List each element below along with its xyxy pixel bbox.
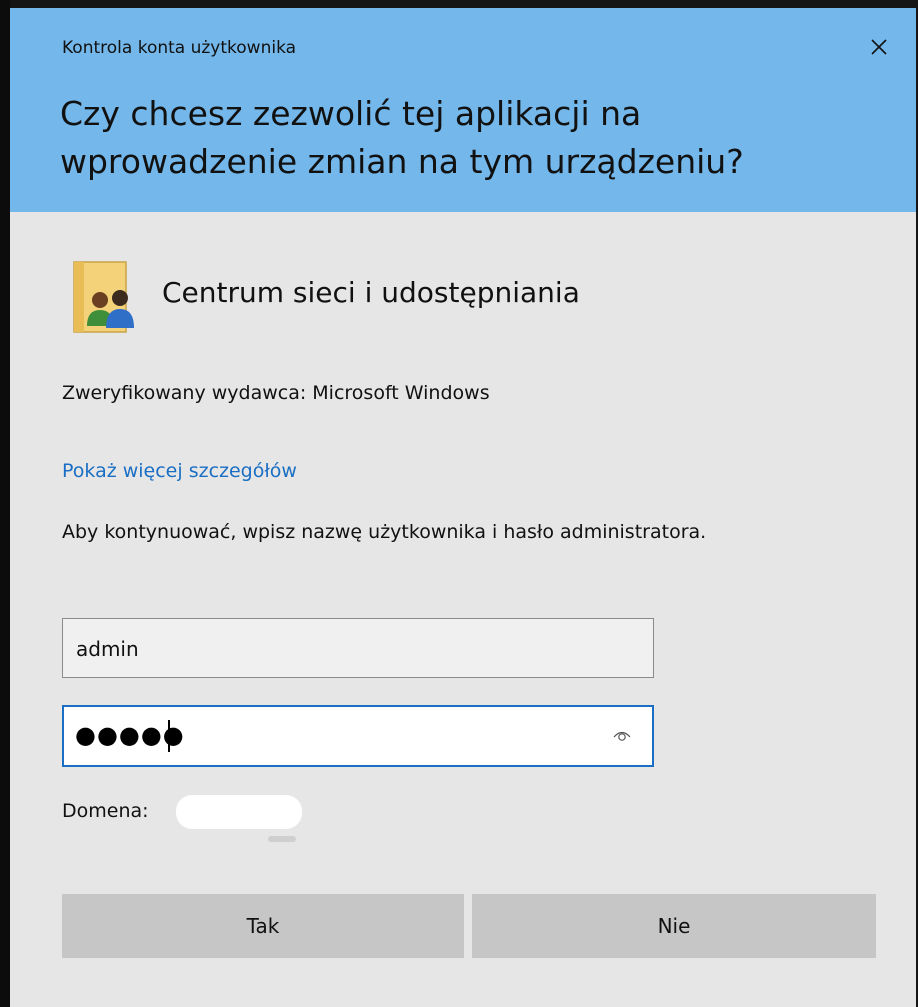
password-field[interactable]: ●●●●● (62, 705, 654, 767)
screen-background: Kontrola konta użytkownika Czy chcesz ze… (0, 0, 918, 1007)
text-caret (168, 720, 170, 752)
eye-icon[interactable] (612, 727, 632, 743)
instruction-text: Aby kontynuować, wpisz nazwę użytkownika… (62, 521, 707, 543)
yes-button[interactable]: Tak (62, 894, 464, 958)
window-edge (0, 0, 10, 1007)
domain-value-redacted (176, 795, 302, 829)
dialog-header: Kontrola konta użytkownika Czy chcesz ze… (10, 8, 916, 212)
close-button[interactable] (864, 32, 894, 62)
show-details-link[interactable]: Pokaż więcej szczegółów (62, 460, 297, 482)
no-button[interactable]: Nie (472, 894, 876, 958)
domain-underline (268, 836, 296, 842)
prompt-question: Czy chcesz zezwolić tej aplikacji na wpr… (60, 94, 744, 181)
username-field[interactable]: admin (62, 618, 654, 678)
uac-dialog: Kontrola konta użytkownika Czy chcesz ze… (10, 8, 916, 1007)
network-sharing-center-icon (73, 261, 134, 333)
window-title: Kontrola konta użytkownika (62, 38, 297, 58)
app-name: Centrum sieci i udostępniania (162, 276, 580, 309)
domain-label: Domena: (62, 800, 149, 822)
verified-publisher: Zweryfikowany wydawca: Microsoft Windows (62, 382, 490, 404)
username-value: admin (76, 637, 139, 661)
close-icon (871, 39, 887, 55)
